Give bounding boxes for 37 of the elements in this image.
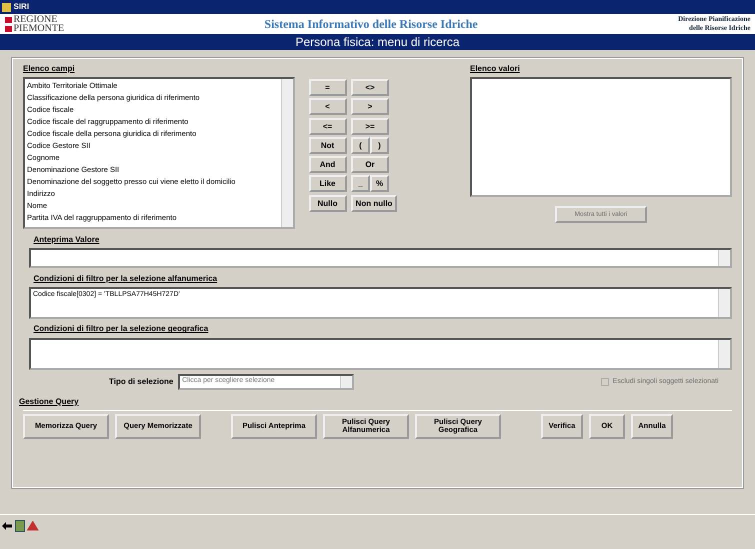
text-area[interactable] (29, 338, 732, 370)
scrollbar[interactable] (718, 250, 730, 266)
logo-text: PIEMONTE (14, 24, 64, 33)
app-icon (2, 2, 12, 12)
operator-button[interactable]: ) (370, 136, 389, 154)
logo-text: REGIONE (14, 15, 58, 24)
scrollbar[interactable] (718, 340, 730, 368)
operator-button[interactable]: = (308, 79, 346, 96)
section-label: Gestione Query (19, 396, 79, 406)
operator-button[interactable]: <= (308, 118, 346, 134)
operator-button[interactable]: < (308, 98, 346, 116)
operator-button[interactable]: Like (308, 175, 346, 192)
operator-button[interactable]: % (370, 175, 389, 192)
operator-button[interactable]: <> (351, 79, 389, 96)
selection-type-label: Tipo di selezione (109, 376, 174, 388)
operator-button[interactable]: Nullo (308, 194, 346, 212)
operator-button[interactable]: _ (351, 175, 370, 192)
window-title: SIRI (14, 1, 30, 13)
section-label: Anteprima Valore (34, 234, 100, 246)
system-title: Sistema Informativo delle Risorse Idriche (264, 16, 478, 33)
operator-button[interactable]: Not (308, 136, 346, 154)
values-list[interactable] (470, 77, 732, 198)
section-label: Elenco campi (23, 63, 76, 75)
operator-button[interactable]: ( (351, 136, 370, 154)
section-label: Condizioni di filtro per la selezione alfanumerica (34, 272, 218, 284)
operator-button[interactable]: Non nullo (351, 194, 397, 212)
section-label: Condizioni di filtro per la selezione geografica (34, 323, 210, 336)
scrollbar[interactable] (718, 288, 730, 317)
back-arrow-icon[interactable] (2, 522, 12, 530)
section-label: Elenco valori (470, 63, 521, 75)
scrollbar[interactable] (281, 79, 293, 228)
page-title: Persona fisica: menu di ricerca (0, 34, 755, 50)
operator-button[interactable]: Or (351, 156, 389, 173)
text-area[interactable] (29, 248, 732, 268)
operator-button[interactable]: And (308, 156, 346, 173)
operator-button[interactable]: > (351, 98, 389, 116)
operator-button[interactable]: >= (351, 118, 389, 134)
